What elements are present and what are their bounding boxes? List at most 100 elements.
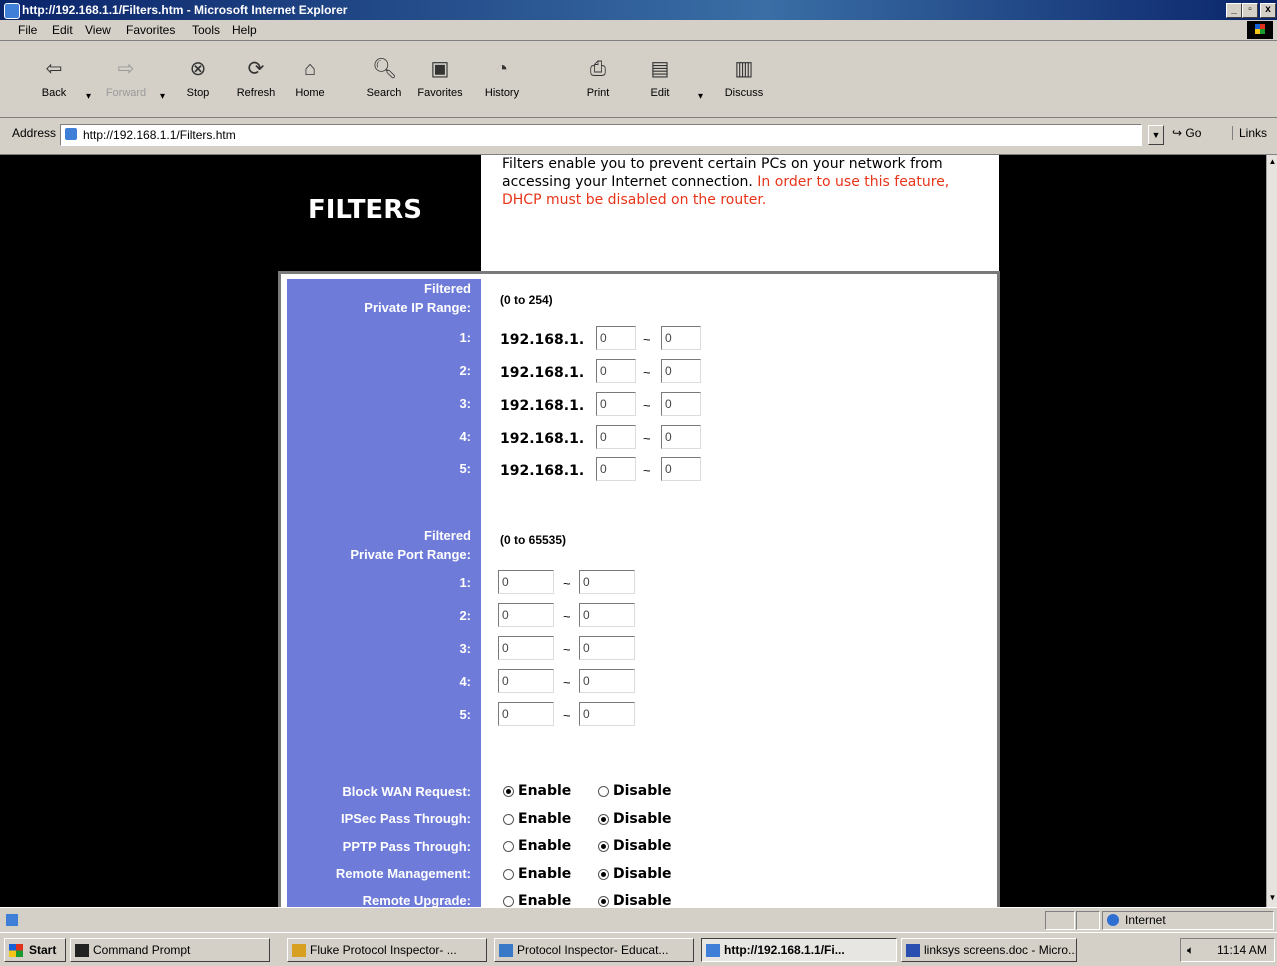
go-label: Go [1185,126,1202,140]
remote-upgrade-disable-radio[interactable] [598,896,609,907]
stop-button[interactable]: ⊗ Stop [172,41,224,117]
print-label: Print [586,87,610,99]
task-label: http://192.168.1.1/Fi... [724,943,845,957]
ip-to-field-2[interactable] [661,359,701,383]
ip-from-field-4[interactable] [596,425,636,449]
menu-edit[interactable]: Edit [52,23,73,37]
range-tilde: ~ [643,431,651,446]
search-icon: 🔍︎ [372,58,398,80]
start-label: Start [29,943,57,957]
range-tilde: ~ [563,675,571,690]
ip-range-hint: (0 to 254) [500,293,553,307]
task-word-document[interactable]: linksys screens.doc - Micro... [901,938,1077,962]
address-bar: Address http://192.168.1.1/Filters.htm ▼… [0,118,1277,155]
taskbar: Start Command Prompt Fluke Protocol Insp… [0,932,1277,966]
forward-dropdown-icon[interactable]: ▾ [160,91,165,102]
ip-to-field-1[interactable] [661,326,701,350]
port-to-field-4[interactable] [579,669,635,693]
port-range-hint: (0 to 65535) [500,533,567,547]
ip-to-field-5[interactable] [661,457,701,481]
menu-tools[interactable]: Tools [192,23,220,37]
port-to-field-5[interactable] [579,702,635,726]
port-to-field-3[interactable] [579,636,635,660]
task-command-prompt[interactable]: Command Prompt [70,938,270,962]
favorites-button[interactable]: ▣ Favorites [414,41,466,117]
maximize-button[interactable]: ▫ [1242,3,1258,18]
discuss-icon: ▥ [734,58,754,80]
ip-from-field-3[interactable] [596,392,636,416]
menu-view[interactable]: View [85,23,111,37]
back-label: Back [41,87,67,99]
edit-button[interactable]: ▤ Edit [634,41,686,117]
scroll-up-icon[interactable]: ▲ [1268,157,1277,167]
clock: 11:14 AM [1217,943,1267,957]
port-from-field-2[interactable] [498,603,554,627]
ip-row-num: 4: [459,429,471,444]
range-tilde: ~ [563,642,571,657]
task-ie-filters[interactable]: http://192.168.1.1/Fi... [701,938,897,962]
port-from-field-3[interactable] [498,636,554,660]
port-from-field-1[interactable] [498,570,554,594]
range-tilde: ~ [563,576,571,591]
ip-from-field-1[interactable] [596,326,636,350]
enable-label: Enable [518,893,572,907]
remote-management-disable-radio[interactable] [598,869,609,880]
range-tilde: ~ [643,463,651,478]
home-icon: ⌂ [303,58,317,80]
fluke-icon [292,944,306,957]
links-button[interactable]: Links [1232,126,1267,140]
port-to-field-1[interactable] [579,570,635,594]
close-button[interactable]: x [1260,3,1276,18]
port-from-field-4[interactable] [498,669,554,693]
disable-label: Disable [613,838,672,854]
remote-management-enable-radio[interactable] [503,869,514,880]
address-input[interactable]: http://192.168.1.1/Filters.htm [60,124,1142,146]
ipsec-enable-radio[interactable] [503,814,514,825]
minimize-button[interactable]: _ [1226,3,1242,18]
ip-to-field-3[interactable] [661,392,701,416]
system-tray: 🔈︎ 11:14 AM [1180,938,1275,962]
search-button[interactable]: 🔍︎ Search [358,41,410,117]
refresh-button[interactable]: ⟳ Refresh [230,41,282,117]
back-dropdown-icon[interactable]: ▾ [86,91,91,102]
ip-to-field-4[interactable] [661,425,701,449]
forward-button[interactable]: ⇨ Forward [100,41,152,117]
task-fluke-protocol-inspector[interactable]: Fluke Protocol Inspector- ... [287,938,487,962]
back-button[interactable]: ⇦ Back [28,41,80,117]
port-to-field-2[interactable] [579,603,635,627]
print-button[interactable]: ⎙ Print [572,41,624,117]
vertical-scrollbar[interactable]: ▲ ▼ [1266,155,1277,907]
command-prompt-icon [75,944,89,957]
remote-upgrade-enable-radio[interactable] [503,896,514,907]
favorites-icon: ▣ [430,58,450,80]
menu-help[interactable]: Help [232,23,257,37]
speaker-icon[interactable]: 🔈︎ [1187,943,1194,958]
port-row-num: 1: [459,575,471,590]
port-from-field-5[interactable] [498,702,554,726]
menu-file[interactable]: File [18,23,37,37]
go-arrow-icon: ↪ [1172,126,1183,140]
block-wan-disable-radio[interactable] [598,786,609,797]
menu-favorites[interactable]: Favorites [126,23,175,37]
pptp-enable-radio[interactable] [503,841,514,852]
ip-from-field-2[interactable] [596,359,636,383]
go-button[interactable]: ↪ Go [1172,126,1201,140]
task-protocol-inspector-educat[interactable]: Protocol Inspector- Educat... [494,938,694,962]
home-button[interactable]: ⌂ Home [284,41,336,117]
remote-management-label: Remote Management: [335,866,471,881]
ip-prefix: 192.168.1. [500,463,585,479]
stop-label: Stop [186,87,210,99]
scroll-down-icon[interactable]: ▼ [1268,893,1277,903]
stop-icon: ⊗ [189,58,207,80]
ipsec-disable-radio[interactable] [598,814,609,825]
block-wan-enable-radio[interactable] [503,786,514,797]
edit-dropdown-icon[interactable]: ▾ [698,91,703,102]
start-button[interactable]: Start [4,938,66,962]
discuss-button[interactable]: ▥ Discuss [718,41,770,117]
refresh-label: Refresh [236,87,276,99]
ip-from-field-5[interactable] [596,457,636,481]
address-dropdown-icon[interactable]: ▼ [1148,125,1164,145]
word-icon [906,944,920,957]
pptp-disable-radio[interactable] [598,841,609,852]
history-button[interactable]: ◔ History [476,41,528,117]
